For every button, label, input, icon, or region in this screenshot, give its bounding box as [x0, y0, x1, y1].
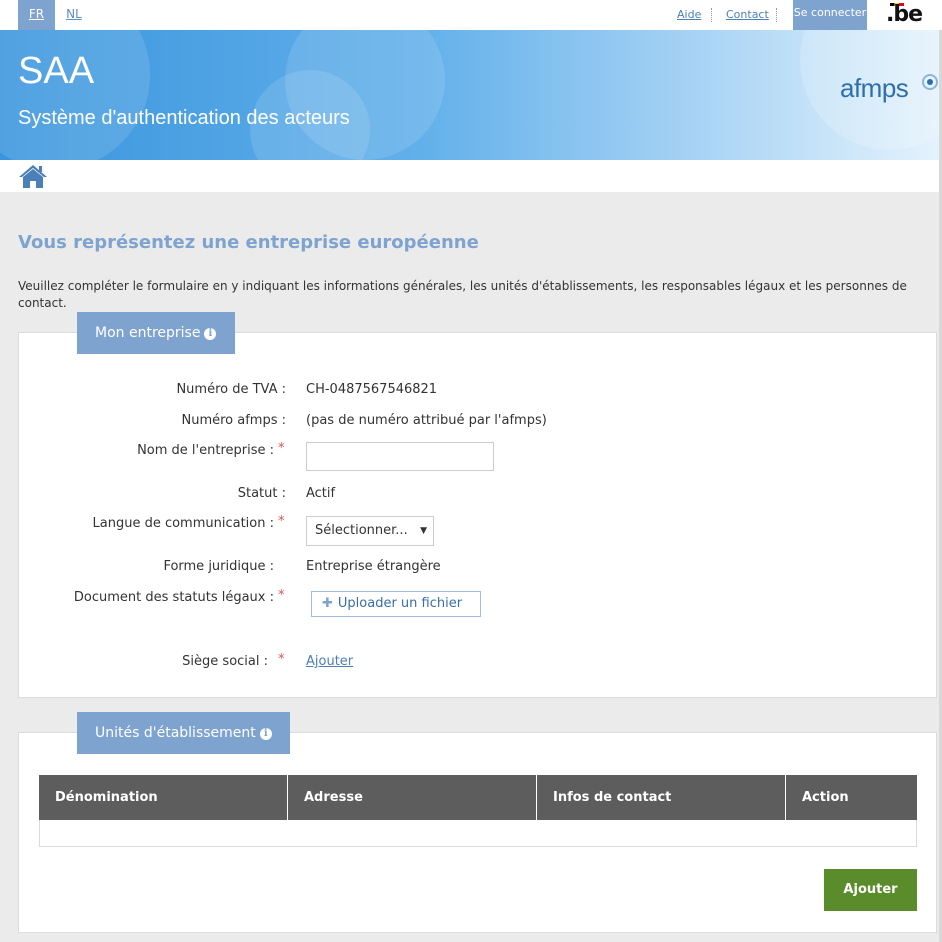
units-table-body [39, 820, 917, 847]
page-title: Vous représentez une entreprise européen… [18, 232, 479, 253]
plus-icon: ✚ [322, 596, 333, 611]
divider [711, 8, 712, 22]
legal-form-value: Entreprise étrangère [306, 559, 441, 574]
login-button[interactable]: Se connecter [793, 0, 867, 30]
lang-fr-link[interactable]: FR [18, 0, 55, 30]
help-link[interactable]: Aide [677, 8, 701, 21]
company-name-label: Nom de l'entreprise : [137, 443, 274, 458]
company-panel-title: Mon entreprise [95, 325, 201, 341]
vat-value: CH-0487567546821 [306, 382, 438, 397]
chevron-down-icon: ▼ [420, 526, 427, 536]
required-marker: * [278, 441, 285, 456]
upload-file-button[interactable]: ✚ Uploader un fichier [311, 591, 481, 617]
breadcrumb-bar [0, 160, 939, 192]
column-header[interactable]: Adresse [288, 775, 537, 820]
units-panel-tab: Unités d'établissement i [77, 712, 290, 754]
info-icon[interactable]: i [204, 328, 217, 340]
app-title: SAA [18, 50, 95, 92]
language-select-value: Sélectionner... [315, 523, 408, 538]
required-marker: * [278, 652, 285, 667]
top-bar: FR NL Aide Contact Se connecter .be [0, 0, 942, 30]
afmps-logo[interactable]: afmps [840, 73, 909, 104]
upload-file-label: Uploader un fichier [337, 596, 463, 611]
intro-text: Veuillez compléter le formulaire en y in… [18, 279, 907, 310]
be-logo[interactable]: .be [886, 2, 923, 27]
column-header[interactable]: Action [786, 775, 917, 820]
legal-form-label: Forme juridique : [163, 559, 274, 574]
afmps-logo-mark-icon [922, 74, 938, 90]
info-icon[interactable]: i [259, 728, 272, 740]
header-banner: SAA Système d'authentication des acteurs… [0, 30, 939, 160]
required-marker: * [278, 588, 285, 603]
contact-link[interactable]: Contact [726, 8, 769, 21]
add-unit-button[interactable]: Ajouter [824, 869, 917, 911]
language-select[interactable]: Sélectionner... ▼ [306, 516, 434, 546]
column-header[interactable]: Infos de contact [537, 775, 786, 820]
status-label: Statut : [237, 486, 286, 501]
head-office-add-link[interactable]: Ajouter [306, 654, 353, 669]
company-name-input[interactable] [306, 442, 494, 471]
home-icon[interactable] [18, 163, 48, 193]
column-header[interactable]: Dénomination [39, 775, 288, 820]
units-table-header: Dénomination Adresse Infos de contact Ac… [39, 775, 917, 820]
company-panel-tab: Mon entreprise i [77, 312, 235, 354]
units-panel-title: Unités d'établissement [95, 725, 256, 741]
legal-doc-label: Document des statuts légaux : [73, 590, 274, 605]
required-marker: * [278, 514, 285, 529]
afmps-number-value: (pas de numéro attribué par l'afmps) [306, 413, 547, 428]
status-value: Actif [306, 486, 336, 501]
afmps-number-label: Numéro afmps : [181, 413, 286, 428]
head-office-label: Siège social : [182, 654, 268, 669]
lang-nl-link[interactable]: NL [58, 0, 90, 30]
app-subtitle: Système d'authentication des acteurs [18, 107, 350, 129]
vat-label: Numéro de TVA : [176, 382, 286, 397]
divider [776, 8, 777, 22]
language-label: Langue de communication : [92, 516, 275, 531]
